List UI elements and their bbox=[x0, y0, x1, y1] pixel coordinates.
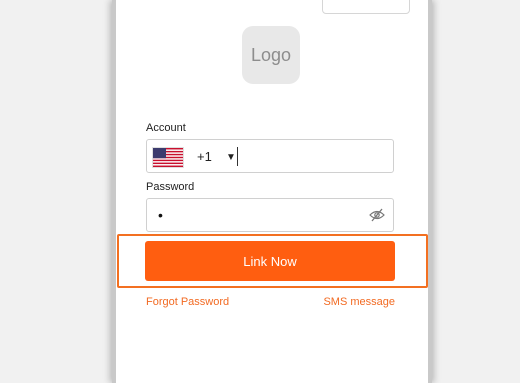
account-field[interactable]: +1 ▼ bbox=[146, 139, 394, 173]
account-label: Account bbox=[146, 122, 186, 134]
caret-down-icon[interactable]: ▼ bbox=[226, 152, 236, 163]
top-selector-button[interactable] bbox=[322, 0, 410, 14]
password-field[interactable]: • bbox=[146, 198, 394, 232]
text-cursor bbox=[237, 147, 238, 166]
phone-screen: Logo Account +1 ▼ Password • Link Now Fo… bbox=[112, 0, 432, 383]
password-masked-value: • bbox=[158, 207, 163, 223]
eye-slash-icon[interactable] bbox=[369, 207, 385, 223]
password-label: Password bbox=[146, 181, 195, 193]
highlight-box bbox=[117, 234, 428, 288]
logo-label: Logo bbox=[250, 44, 292, 65]
forgot-password-link[interactable]: Forgot Password bbox=[146, 296, 229, 308]
country-code[interactable]: +1 bbox=[197, 149, 212, 164]
us-flag-icon[interactable] bbox=[152, 147, 184, 168]
app-logo: Logo bbox=[242, 26, 300, 84]
sms-message-link[interactable]: SMS message bbox=[323, 296, 395, 308]
